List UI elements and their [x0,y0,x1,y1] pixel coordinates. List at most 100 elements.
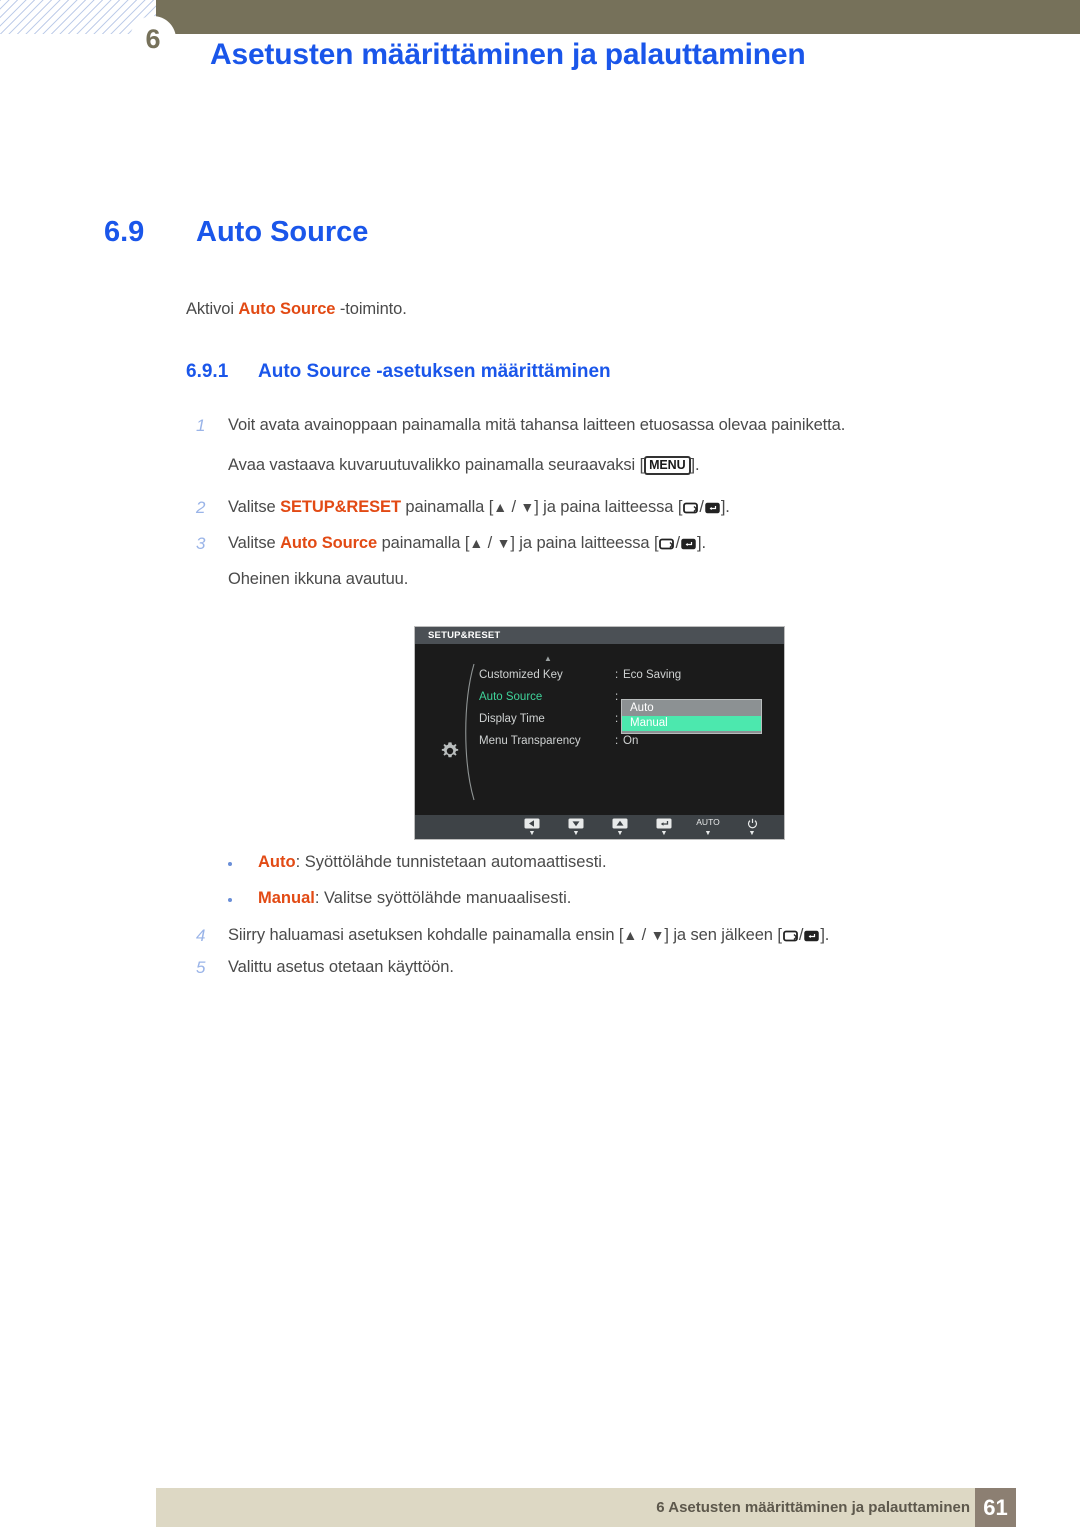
osd-item-menu-transparency-colon: : [615,735,619,747]
down-triangle-icon: ▼ [650,927,665,943]
osd-button-toolbar: ▼ ▼ ▼ ▼ AUTO ▼ ▼ [415,815,784,839]
step-1b-before: Avaa vastaava kuvaruutuvalikko painamall… [228,456,645,474]
down-arrow-icon [554,818,598,829]
osd-item-auto-source-label: Auto Source [479,691,543,703]
osd-item-customized-key-label: Customized Key [479,669,563,681]
step-1-text: Voit avata avainoppaan painamalla mitä t… [228,416,846,434]
step-4-after: ]. [820,926,830,944]
osd-item-auto-source-colon: : [615,691,619,703]
power-icon [730,818,774,829]
step-5-number: 5 [196,958,206,977]
osd-auto-source-dropdown[interactable]: Auto Manual [621,699,762,734]
return-box-icon [659,536,675,555]
osd-tool-caret: ▼ [528,829,536,837]
step-2-number: 2 [196,498,206,517]
step-2-mid2: ] ja paina laitteessa [ [534,498,683,516]
osd-tool-up-arrow[interactable]: ▼ [598,818,642,837]
step-3-before: Valitse [228,534,281,552]
step-2-mid: painamalla [ [400,498,494,516]
slash-3: / [483,534,497,552]
osd-tool-caret: ▼ [660,829,668,837]
intro-after: -toiminto. [335,300,407,318]
bullet-manual-term: Manual [258,889,315,907]
osd-tool-caret: ▼ [748,829,756,837]
step-4-text: Siirry haluamasi asetuksen kohdalle pain… [228,926,829,947]
chapter-number-badge: 6 [130,16,176,62]
enter-box-icon [681,536,696,555]
page-title: Asetusten määrittäminen ja palauttaminen [210,38,806,71]
menu-key-glyph: MENU [644,456,691,475]
osd-item-customized-key-value: Eco Saving [623,669,682,681]
up-triangle-icon: ▲ [623,927,638,943]
osd-item-customized-key-colon: : [615,669,619,681]
osd-decorative-arc [460,662,482,802]
osd-tool-caret: ▼ [572,829,580,837]
up-triangle-icon: ▲ [469,535,484,551]
step-4-mid: ] ja sen jälkeen [ [664,926,782,944]
footer-page-number: 61 [975,1488,1016,1527]
up-arrow-icon [598,818,642,829]
gear-icon [439,740,461,762]
step-3-after: ]. [696,534,706,552]
bullet-auto-term: Auto [258,853,296,871]
osd-tool-enter[interactable]: ▼ [642,818,686,837]
step-5-text: Valittu asetus otetaan käyttöön. [228,958,454,976]
enter-box-icon [705,500,720,519]
osd-item-display-time-label: Display Time [479,713,545,725]
step-1b-after: ]. [690,456,700,474]
enter-icon [642,818,686,829]
page-footer-bar: 6 Asetusten määrittäminen ja palauttamin… [156,1488,1016,1527]
step-3-continuation: Oheinen ikkuna avautuu. [228,570,409,588]
osd-scroll-up-caret: ▲ [544,654,552,663]
osd-dropdown-option-auto[interactable]: Auto [622,700,761,716]
step-2-before: Valitse [228,498,281,516]
step-3-number: 3 [196,534,206,553]
intro-highlight: Auto Source [238,300,336,318]
osd-tool-power[interactable]: ▼ [730,818,774,837]
osd-title: SETUP&RESET [415,627,784,644]
page-header-bar [156,0,1080,34]
step-2-text: Valitse SETUP&RESET painamalla [▲ / ▼] j… [228,498,730,519]
step-2-highlight-term: SETUP&RESET [280,498,401,516]
step-4-before: Siirry haluamasi asetuksen kohdalle pain… [228,926,624,944]
down-triangle-icon: ▼ [496,535,511,551]
osd-item-menu-transparency-label: Menu Transparency [479,735,581,747]
return-box-icon [683,500,699,519]
osd-tool-auto[interactable]: AUTO ▼ [686,816,730,837]
slash-4: / [675,534,680,552]
osd-dropdown-option-manual[interactable]: Manual [622,716,761,731]
osd-item-menu-transparency-value: On [623,735,639,747]
osd-tool-caret: ▼ [616,829,624,837]
down-triangle-icon: ▼ [520,499,535,515]
intro-paragraph: Aktivoi Auto Source -toiminto. [186,300,407,319]
intro-before: Aktivoi [186,300,239,318]
osd-body: ▲ Customized Key : Eco Saving Auto Sourc… [415,644,784,816]
osd-tool-down-arrow[interactable]: ▼ [554,818,598,837]
bullet-marker-icon [228,898,232,902]
slash-2: / [699,498,704,516]
step-3-mid2: ] ja paina laitteessa [ [510,534,659,552]
subsection-heading: 6.9.1 Auto Source -asetuksen määrittämine… [186,361,611,383]
slash-6: / [798,926,804,944]
bullet-auto-content: Auto: Syöttölähde tunnistetaan automaatt… [258,853,607,872]
up-triangle-icon: ▲ [493,499,507,515]
osd-tool-auto-label: AUTO [696,816,720,827]
osd-tool-left-arrow[interactable]: ▼ [510,818,554,837]
slash-1: / [506,498,521,516]
bullet-manual-desc: : Valitse syöttölähde manuaalisesti. [314,889,572,907]
enter-box-icon [804,928,820,947]
section-number: 6.9 [104,216,145,248]
osd-menu-screenshot: SETUP&RESET ▲ Customized Key : Eco Savin… [414,626,785,840]
section-heading: 6.9 Auto Source [104,216,368,249]
step-4-number: 4 [196,926,206,945]
step-1-number: 1 [196,416,206,435]
step-3-text: Valitse Auto Source painamalla [▲ / ▼] j… [228,534,706,555]
slash-5: / [637,926,651,944]
osd-item-display-time-colon: : [615,713,619,725]
step-3-highlight-term: Auto Source [280,534,378,552]
osd-tool-caret: ▼ [704,829,712,837]
bullet-auto-desc: : Syöttölähde tunnistetaan automaattises… [295,853,607,871]
bullet-manual-content: Manual: Valitse syöttölähde manuaalisest… [258,889,571,908]
subsection-title: Auto Source -asetuksen määrittäminen [258,361,611,382]
left-arrow-icon [510,818,554,829]
